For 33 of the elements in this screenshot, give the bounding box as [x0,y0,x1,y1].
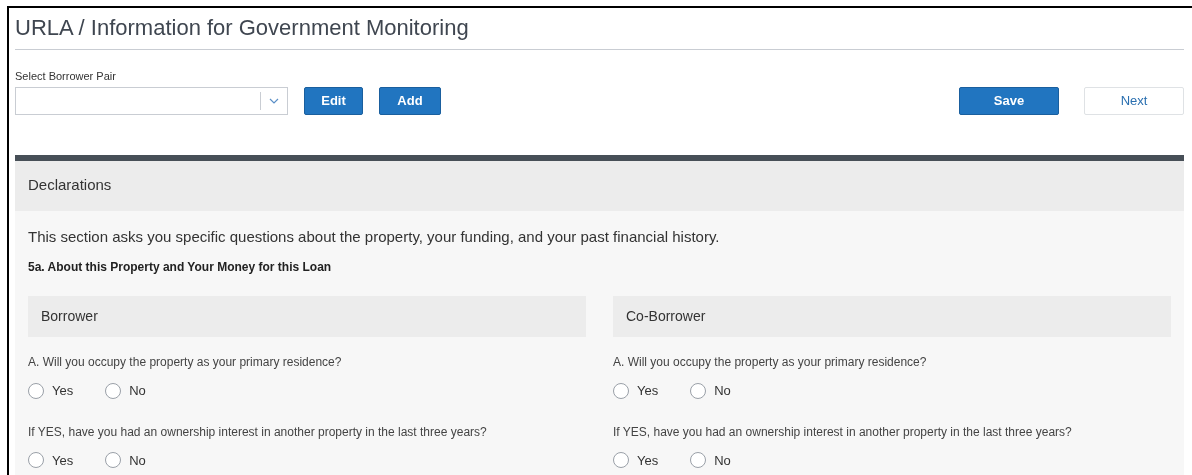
radio-button[interactable] [690,382,707,399]
radio-button[interactable] [690,452,707,469]
section-header: Declarations [15,160,1184,211]
field-label: Select Borrower Pair [15,69,117,84]
radio-option[interactable]: Yes [28,450,74,470]
radio-button[interactable] [613,452,629,469]
section-intro: This section asks you specific questions about the property, your funding, and your past financial history. [28,226,721,247]
radio-button[interactable] [105,452,122,469]
page-title: URLA / Information for Government Monitoring [15,8,1184,50]
radio-option[interactable]: No [690,381,731,401]
question-text: A. Will you occupy the property as your primary residence? [613,354,928,371]
radio-option[interactable]: No [105,381,146,401]
question-text: A. Will you occupy the property as your primary residence? [28,354,343,371]
primary-button[interactable]: Edit [304,86,363,115]
column-header: Borrower [28,296,586,337]
primary-button[interactable]: Add [379,86,441,115]
radio-option[interactable]: Yes [613,381,659,401]
borrower-pair-dropdown[interactable] [15,86,288,115]
primary-button[interactable]: Save [959,86,1059,115]
subsection-title: 5a. About this Property and Your Money for this Loan [28,259,333,276]
radio-button[interactable] [613,382,629,399]
question-text: If YES, have you had an ownership interest in another property in the last three years? [613,423,1073,441]
radio-option[interactable]: No [105,450,146,470]
column-header: Co-Borrower [613,296,1171,337]
radio-option[interactable]: Yes [28,381,74,401]
question-text: If YES, have you had an ownership interest in another property in the last three years? [28,423,488,441]
chevron-down-icon [269,97,279,104]
radio-button[interactable] [28,452,44,469]
secondary-button[interactable]: Next [1084,86,1184,115]
radio-option[interactable]: Yes [613,450,659,470]
radio-option[interactable]: No [690,450,731,470]
radio-button[interactable] [28,382,44,399]
radio-button[interactable] [105,382,122,399]
